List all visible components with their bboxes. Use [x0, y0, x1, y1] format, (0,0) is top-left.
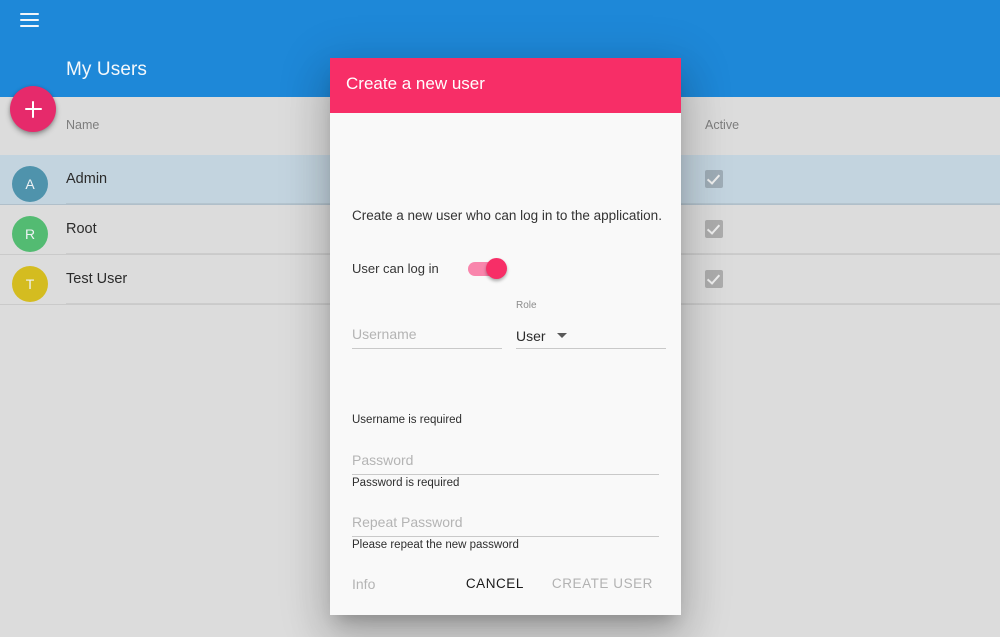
column-header-name: Name — [66, 118, 100, 132]
login-toggle-switch[interactable] — [468, 257, 507, 279]
app-root: My Users Name Active A Admin R Root T Te… — [0, 0, 1000, 637]
create-user-dialog: Create a new user Create a new user who … — [330, 58, 681, 615]
password-placeholder: Password — [352, 452, 414, 468]
password-error-hint: Password is required — [352, 477, 460, 489]
cell-active[interactable] — [705, 270, 723, 293]
column-header-active: Active — [705, 118, 740, 132]
role-label: Role — [516, 300, 537, 311]
hamburger-menu-icon[interactable] — [14, 5, 44, 35]
menu-bar-2 — [19, 19, 39, 21]
cancel-button[interactable]: CANCEL — [456, 568, 534, 599]
repeat-password-field[interactable]: Repeat Password — [352, 506, 659, 537]
add-user-fab[interactable] — [10, 86, 56, 132]
menu-bar-3 — [19, 25, 39, 27]
cell-name: Admin — [66, 171, 108, 187]
plus-icon — [24, 100, 42, 118]
cell-name: Root — [66, 221, 97, 237]
login-toggle-label: User can log in — [352, 261, 439, 276]
chevron-down-icon[interactable] — [557, 333, 567, 338]
role-value: User — [516, 328, 546, 344]
avatar: T — [12, 266, 48, 302]
role-select[interactable]: Role User — [516, 300, 666, 349]
repeat-password-placeholder: Repeat Password — [352, 514, 463, 530]
dialog-body: Create a new user who can log in to the … — [330, 113, 681, 615]
login-toggle-row: User can log in — [352, 257, 507, 279]
dialog-actions: CANCEL CREATE USER — [330, 561, 681, 605]
repeat-password-hint: Please repeat the new password — [352, 539, 519, 551]
cell-active[interactable] — [705, 220, 723, 243]
avatar: A — [12, 166, 48, 202]
cell-name: Test User — [66, 271, 128, 287]
active-checkbox[interactable] — [705, 170, 723, 188]
active-checkbox[interactable] — [705, 270, 723, 288]
create-user-button[interactable]: CREATE USER — [542, 568, 663, 599]
active-checkbox[interactable] — [705, 220, 723, 238]
username-error-hint: Username is required — [352, 414, 462, 426]
password-field[interactable]: Password — [352, 444, 659, 475]
username-field[interactable]: Username — [352, 318, 502, 349]
menu-bar-1 — [19, 13, 39, 15]
username-placeholder: Username — [352, 326, 417, 342]
dialog-title: Create a new user — [346, 74, 485, 93]
dialog-description: Create a new user who can log in to the … — [352, 208, 662, 223]
toggle-knob — [486, 257, 507, 279]
dialog-header: Create a new user — [330, 58, 681, 113]
avatar: R — [12, 216, 48, 252]
cell-active[interactable] — [705, 170, 723, 193]
page-title: My Users — [66, 59, 148, 80]
